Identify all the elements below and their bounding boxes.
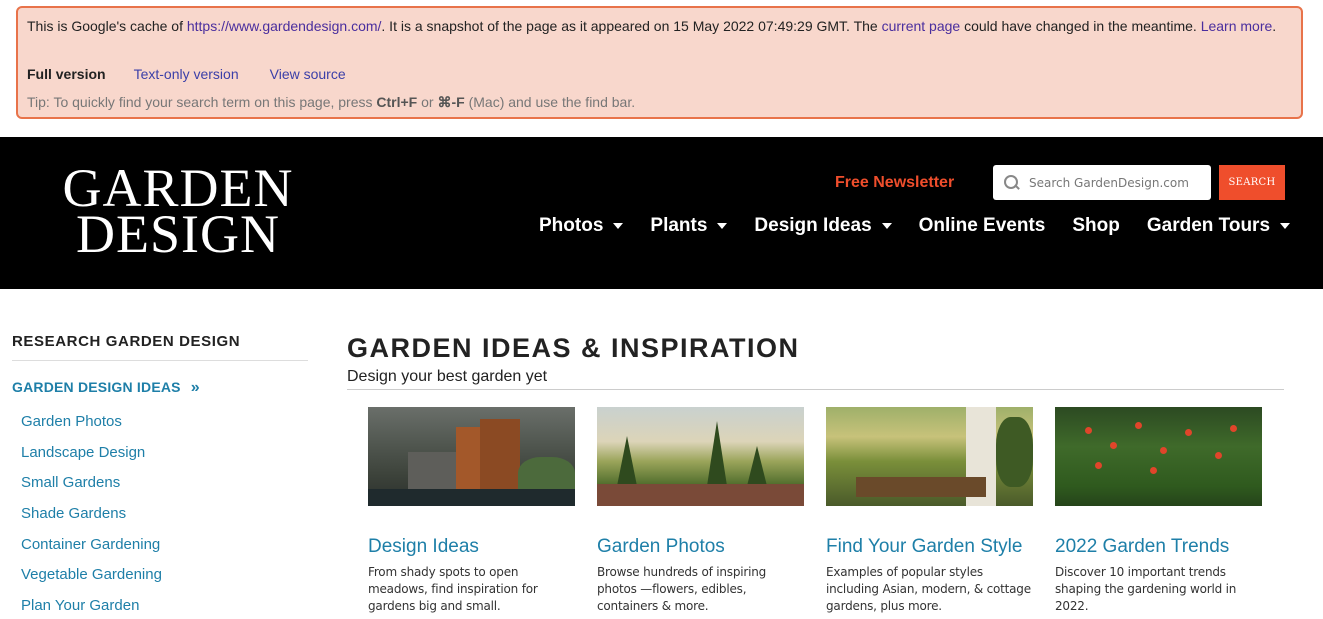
nav-photos[interactable]: Photos bbox=[539, 215, 624, 237]
nav-plants-label: Plants bbox=[650, 215, 708, 236]
search-icon bbox=[1003, 174, 1021, 192]
cache-version-links: Full version Text-only version View sour… bbox=[27, 65, 1291, 83]
card-garden-photos[interactable]: Garden Photos Browse hundreds of inspiri… bbox=[597, 407, 804, 615]
view-source-link[interactable]: View source bbox=[270, 65, 346, 83]
chevron-down-icon bbox=[881, 223, 892, 229]
nav-online-events[interactable]: Online Events bbox=[919, 215, 1046, 237]
chevron-down-icon bbox=[1280, 223, 1291, 229]
cache-text-end: . bbox=[1272, 18, 1277, 34]
tip-prefix: Tip: To quickly find your search term on… bbox=[27, 94, 377, 110]
sidebar-active-label: GARDEN DESIGN IDEAS bbox=[12, 379, 181, 395]
site-header: GARDEN DESIGN Free Newsletter SEARCH Pho… bbox=[0, 137, 1323, 289]
logo-line2: DESIGN bbox=[76, 204, 280, 264]
site-logo[interactable]: GARDEN DESIGN bbox=[48, 161, 308, 264]
full-version-label: Full version bbox=[27, 66, 106, 82]
card-description: Examples of popular styles including Asi… bbox=[826, 565, 1031, 613]
tip-or: or bbox=[417, 94, 438, 110]
sidebar-item-plan-your-garden[interactable]: Plan Your Garden bbox=[12, 591, 308, 619]
tip-key-cmd-f: ⌘-F bbox=[437, 94, 465, 110]
cached-url-link[interactable]: https://www.gardendesign.com/ bbox=[187, 18, 382, 34]
double-chevron-right-icon: » bbox=[190, 379, 200, 396]
learn-more-link[interactable]: Learn more bbox=[1201, 18, 1273, 34]
nav-online-events-label: Online Events bbox=[918, 215, 1046, 236]
card-image-design-ideas[interactable] bbox=[368, 407, 575, 506]
nav-photos-label: Photos bbox=[539, 215, 604, 236]
card-image-garden-trends[interactable] bbox=[1055, 407, 1262, 506]
tip-key-ctrl-f: Ctrl+F bbox=[376, 94, 418, 110]
card-description: Browse hundreds of inspiring photos —flo… bbox=[597, 565, 767, 613]
free-newsletter-link[interactable]: Free Newsletter bbox=[835, 174, 954, 192]
cache-text-suffix: could have changed in the meantime. bbox=[960, 18, 1201, 34]
chevron-down-icon bbox=[613, 223, 624, 229]
nav-garden-tours[interactable]: Garden Tours bbox=[1146, 215, 1291, 237]
search-button[interactable]: SEARCH bbox=[1219, 165, 1285, 200]
sidebar: RESEARCH GARDEN DESIGN GARDEN DESIGN IDE… bbox=[12, 333, 308, 619]
current-page-link[interactable]: current page bbox=[882, 18, 961, 34]
page-title: GARDEN IDEAS & INSPIRATION bbox=[347, 333, 800, 363]
card-description: Discover 10 important trends shaping the… bbox=[1055, 565, 1237, 613]
sidebar-list: Garden Photos Landscape Design Small Gar… bbox=[12, 407, 308, 619]
sidebar-title: RESEARCH GARDEN DESIGN bbox=[12, 333, 308, 361]
tip-suffix: (Mac) and use the find bar. bbox=[464, 94, 636, 110]
cache-banner: This is Google's cache of https://www.ga… bbox=[16, 6, 1303, 119]
nav-design-ideas[interactable]: Design Ideas bbox=[754, 215, 892, 237]
sidebar-item-garden-photos[interactable]: Garden Photos bbox=[12, 407, 308, 438]
sidebar-active-item[interactable]: GARDEN DESIGN IDEAS » bbox=[12, 379, 308, 397]
card-title[interactable]: Garden Photos bbox=[597, 536, 804, 558]
card-image-garden-photos[interactable] bbox=[597, 407, 804, 506]
nav-design-ideas-label: Design Ideas bbox=[754, 215, 872, 236]
sidebar-item-landscape-design[interactable]: Landscape Design bbox=[12, 438, 308, 469]
sidebar-item-container-gardening[interactable]: Container Gardening bbox=[12, 530, 308, 561]
card-design-ideas[interactable]: Design Ideas From shady spots to open me… bbox=[368, 407, 575, 615]
card-title[interactable]: Design Ideas bbox=[368, 536, 575, 558]
card-2022-garden-trends[interactable]: 2022 Garden Trends Discover 10 important… bbox=[1055, 407, 1262, 615]
nav-shop[interactable]: Shop bbox=[1072, 215, 1120, 237]
cache-text-prefix: This is Google's cache of bbox=[27, 18, 187, 34]
card-description: From shady spots to open meadows, find i… bbox=[368, 565, 538, 613]
cache-notice: This is Google's cache of https://www.ga… bbox=[27, 17, 1291, 55]
search-box[interactable] bbox=[993, 165, 1211, 200]
nav-garden-tours-label: Garden Tours bbox=[1146, 215, 1271, 236]
sidebar-item-small-gardens[interactable]: Small Gardens bbox=[12, 468, 308, 499]
main-content: GARDEN IDEAS & INSPIRATION Design your b… bbox=[347, 333, 1284, 613]
text-only-version-link[interactable]: Text-only version bbox=[134, 65, 239, 83]
card-title[interactable]: 2022 Garden Trends bbox=[1055, 536, 1262, 558]
card-title[interactable]: Find Your Garden Style bbox=[826, 536, 1033, 558]
search-input[interactable] bbox=[1029, 175, 1199, 190]
card-grid: Design Ideas From shady spots to open me… bbox=[368, 407, 1284, 615]
main-nav: Photos Plants Design Ideas Online Events… bbox=[539, 215, 1317, 237]
nav-shop-label: Shop bbox=[1072, 215, 1120, 236]
sidebar-item-shade-gardens[interactable]: Shade Gardens bbox=[12, 499, 308, 530]
card-image-garden-style[interactable] bbox=[826, 407, 1033, 506]
chevron-down-icon bbox=[717, 223, 728, 229]
card-find-your-garden-style[interactable]: Find Your Garden Style Examples of popul… bbox=[826, 407, 1033, 615]
cache-text-mid: . It is a snapshot of the page as it app… bbox=[381, 18, 882, 34]
page-subtitle: Design your best garden yet bbox=[347, 368, 1284, 390]
sidebar-item-vegetable-gardening[interactable]: Vegetable Gardening bbox=[12, 560, 308, 591]
nav-plants[interactable]: Plants bbox=[650, 215, 728, 237]
cache-tip: Tip: To quickly find your search term on… bbox=[27, 93, 1291, 111]
